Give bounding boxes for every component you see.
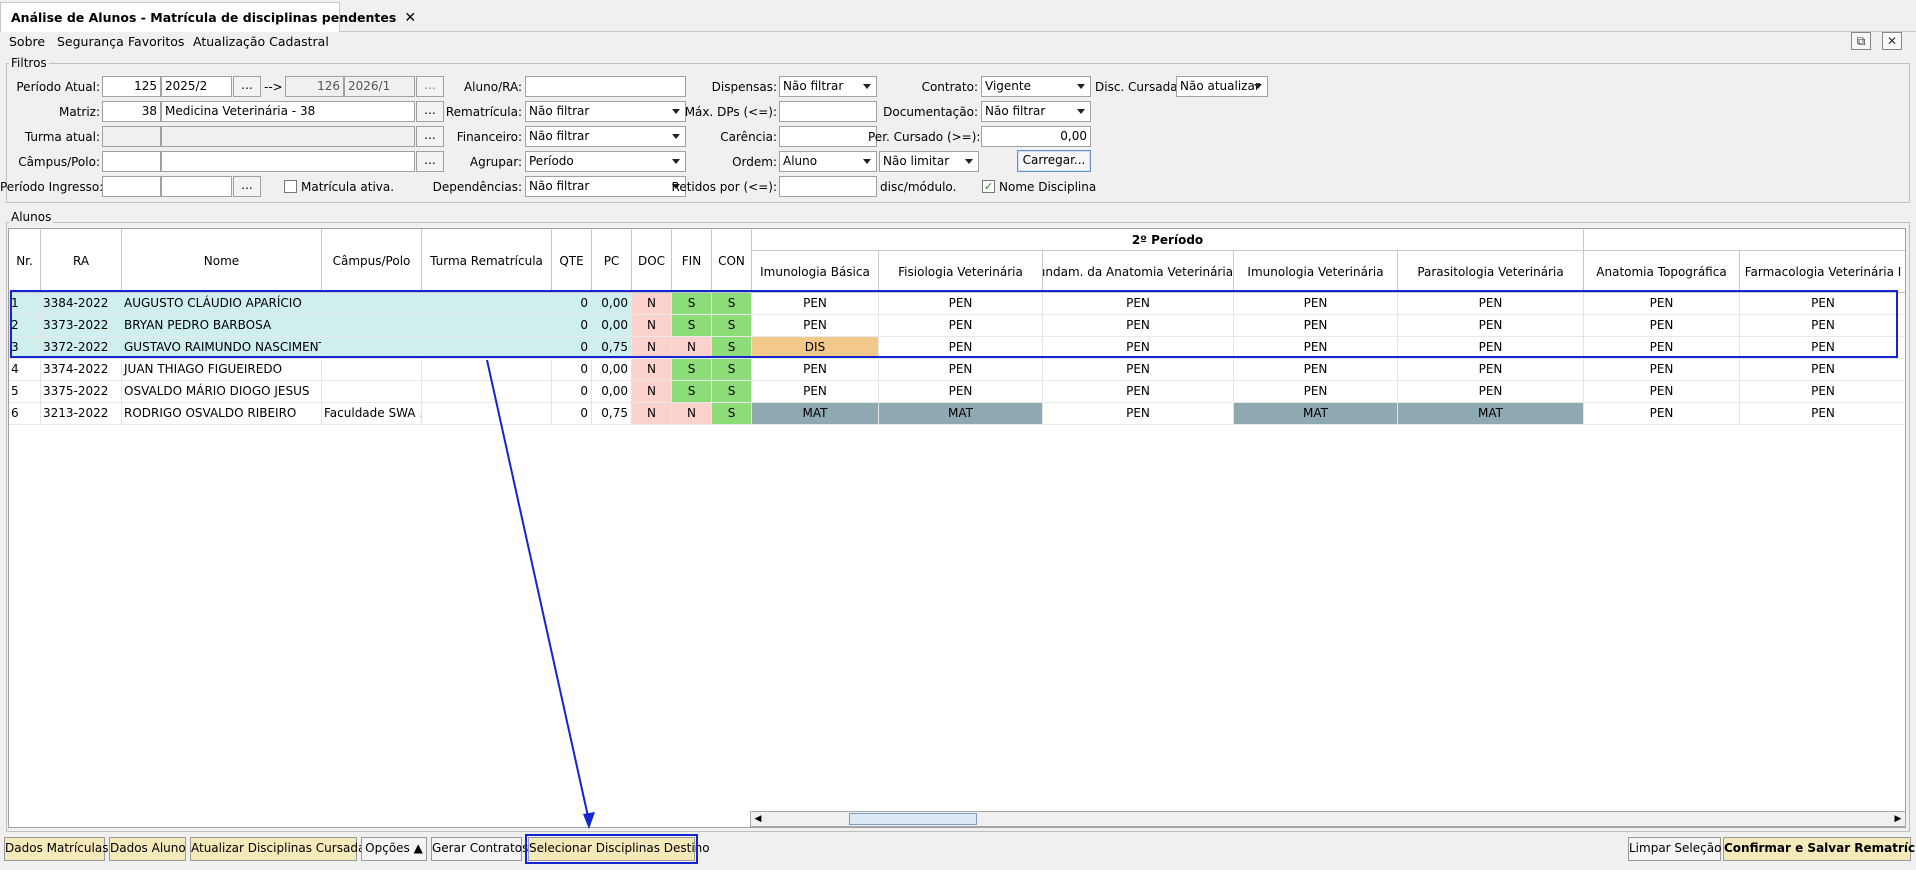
gerar-contratos-button[interactable]: Gerar Contratos <box>431 837 528 861</box>
atualizar-disciplinas-button[interactable]: Atualizar Disciplinas Cursadas <box>190 837 372 861</box>
opcoes-button[interactable]: Opções ▲ <box>361 837 427 861</box>
selecionar-disciplinas-button[interactable]: Selecionar Disciplinas Destino <box>528 837 710 861</box>
dados-aluno-button[interactable]: Dados Aluno <box>109 837 186 861</box>
annotation-arrow <box>486 359 595 829</box>
limpar-selecao-button[interactable]: Limpar Seleção <box>1628 837 1721 861</box>
dados-matriculas-button[interactable]: Dados Matrículas <box>4 837 108 861</box>
confirmar-salvar-button[interactable]: Confirmar e Salvar Rematrículas <box>1723 837 1916 861</box>
